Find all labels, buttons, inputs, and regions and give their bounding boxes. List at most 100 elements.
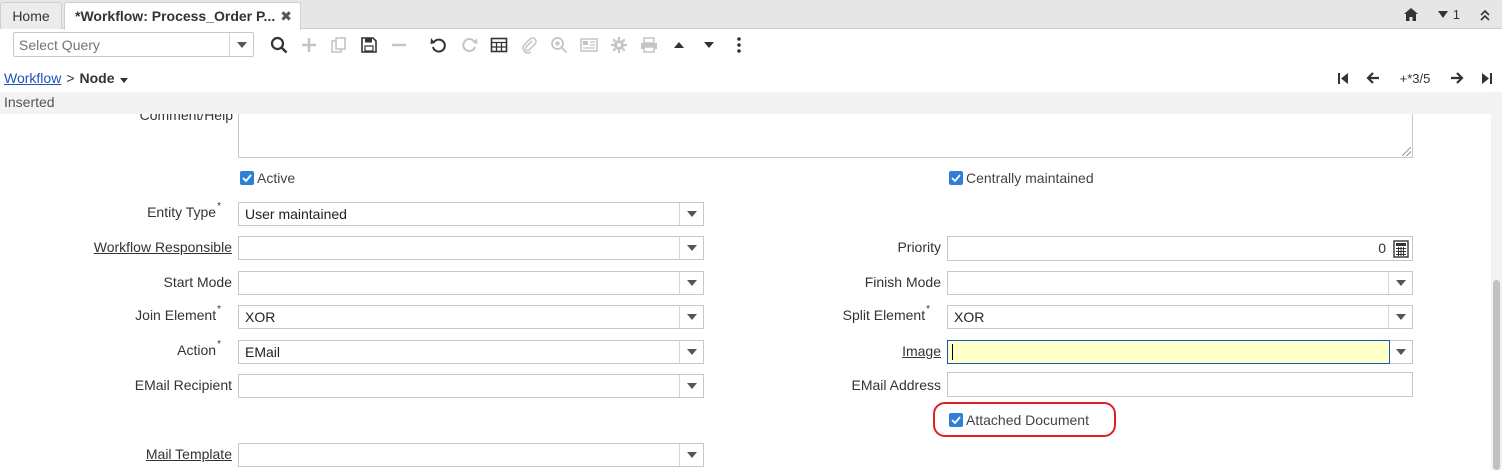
chevron-down-icon[interactable]	[679, 203, 703, 225]
chevron-down-icon[interactable]	[1388, 306, 1412, 328]
previous-record-button[interactable]	[667, 33, 691, 57]
breadcrumb-separator: >	[66, 70, 75, 86]
checkbox-checked-icon[interactable]	[240, 171, 254, 185]
mail-template-combo[interactable]	[238, 443, 704, 467]
breadcrumb: Workflow > Node	[4, 69, 128, 87]
search-button[interactable]	[267, 33, 291, 57]
next-record-nav-button[interactable]	[1442, 68, 1472, 88]
next-record-button[interactable]	[697, 33, 721, 57]
save-button[interactable]	[357, 33, 381, 57]
tab-workflow[interactable]: *Workflow: Process_Order P... ✖	[64, 2, 301, 30]
paperclip-icon	[522, 37, 537, 54]
chevron-down-icon[interactable]	[1388, 272, 1412, 294]
first-record-button[interactable]	[1328, 68, 1358, 88]
tab-home-label: Home	[12, 8, 50, 24]
resize-grip-icon[interactable]	[1402, 147, 1411, 156]
report-button[interactable]	[577, 33, 601, 57]
refresh-button[interactable]	[457, 33, 481, 57]
action-combo[interactable]: EMail	[238, 340, 704, 364]
undo-icon	[430, 38, 446, 53]
last-record-button[interactable]	[1472, 68, 1502, 88]
toolbar	[0, 29, 1502, 61]
chevron-down-icon[interactable]	[679, 375, 703, 397]
open-tab-count: 1	[1452, 7, 1460, 22]
join-element-value: XOR	[245, 309, 276, 325]
scrollbar-thumb[interactable]	[1493, 280, 1500, 470]
entity-type-combo[interactable]: User maintained	[238, 202, 704, 226]
record-navigation: +*3/5	[1328, 68, 1502, 88]
undo-button[interactable]	[427, 33, 451, 57]
search-icon	[270, 36, 288, 54]
required-mark: *	[217, 339, 221, 350]
more-actions-button[interactable]	[727, 33, 751, 57]
mail-template-label[interactable]: Mail Template	[146, 446, 232, 462]
breadcrumb-workflow-link[interactable]: Workflow	[4, 70, 61, 86]
newspaper-icon	[580, 38, 598, 52]
entity-type-label-text: Entity Type	[147, 204, 217, 220]
select-query-combo[interactable]	[13, 32, 254, 57]
split-element-label-text: Split Element	[842, 307, 926, 323]
breadcrumb-current[interactable]: Node	[80, 70, 115, 86]
plus-icon	[302, 38, 316, 52]
priority-field[interactable]: 0	[947, 236, 1413, 261]
gear-icon	[611, 37, 627, 53]
action-value: EMail	[245, 344, 281, 360]
chevron-down-icon[interactable]	[679, 444, 703, 466]
tab-home[interactable]: Home	[0, 2, 62, 29]
join-element-combo[interactable]: XOR	[238, 305, 704, 329]
new-record-button[interactable]	[297, 33, 321, 57]
arrow-right-icon	[1451, 72, 1464, 84]
attached-document-checkbox[interactable]: Attached Document	[949, 412, 1089, 428]
save-icon	[361, 37, 377, 53]
priority-label: Priority	[897, 239, 941, 255]
caret-up-icon	[674, 42, 684, 48]
required-mark: *	[217, 201, 221, 212]
calculator-icon[interactable]	[1392, 240, 1410, 258]
tab-list-dropdown[interactable]: 1	[1437, 7, 1460, 22]
comment-help-label: Comment/Help	[139, 114, 233, 123]
attachment-button[interactable]	[517, 33, 541, 57]
grid-toggle-button[interactable]	[487, 33, 511, 57]
start-mode-combo[interactable]	[238, 271, 704, 295]
chevron-down-icon[interactable]	[679, 272, 703, 294]
copy-icon	[331, 37, 346, 53]
image-label[interactable]: Image	[902, 343, 941, 359]
table-icon	[490, 37, 508, 53]
workflow-responsible-label[interactable]: Workflow Responsible	[94, 239, 232, 255]
delete-button[interactable]	[387, 33, 411, 57]
form-panel: Comment/Help Active Centrally maintained…	[0, 114, 1491, 470]
home-icon[interactable]	[1403, 8, 1418, 21]
zoom-button[interactable]	[547, 33, 571, 57]
chevron-down-icon	[1396, 349, 1406, 355]
process-button[interactable]	[607, 33, 631, 57]
zoom-in-icon	[551, 37, 568, 54]
close-icon[interactable]: ✖	[280, 3, 292, 30]
finish-mode-combo[interactable]	[947, 271, 1413, 295]
vertical-scrollbar[interactable]	[1491, 92, 1502, 470]
email-address-field[interactable]	[947, 372, 1413, 397]
checkbox-checked-icon[interactable]	[949, 413, 963, 427]
prev-record-button[interactable]	[1358, 68, 1388, 88]
email-recipient-label: EMail Recipient	[134, 377, 232, 393]
required-mark: *	[926, 304, 930, 315]
active-checkbox[interactable]: Active	[240, 170, 295, 186]
image-combo[interactable]	[947, 340, 1390, 364]
print-button[interactable]	[637, 33, 661, 57]
email-recipient-combo[interactable]	[238, 374, 704, 398]
checkbox-checked-icon[interactable]	[949, 171, 963, 185]
image-dropdown-button[interactable]	[1390, 340, 1413, 364]
start-mode-label: Start Mode	[163, 274, 232, 290]
comment-help-textarea[interactable]	[238, 114, 1413, 158]
chevron-down-icon[interactable]	[229, 33, 253, 56]
select-query-input[interactable]	[14, 33, 229, 56]
action-label: Action*	[177, 339, 221, 358]
chevron-down-icon[interactable]	[679, 341, 703, 363]
chevron-down-icon[interactable]	[119, 70, 128, 86]
chevron-down-icon[interactable]	[679, 237, 703, 259]
chevron-down-icon[interactable]	[679, 306, 703, 328]
split-element-combo[interactable]: XOR	[947, 305, 1413, 329]
copy-record-button[interactable]	[327, 33, 351, 57]
centrally-maintained-checkbox[interactable]: Centrally maintained	[949, 170, 1094, 186]
collapse-icon[interactable]	[1480, 9, 1490, 21]
workflow-responsible-combo[interactable]	[238, 236, 704, 260]
